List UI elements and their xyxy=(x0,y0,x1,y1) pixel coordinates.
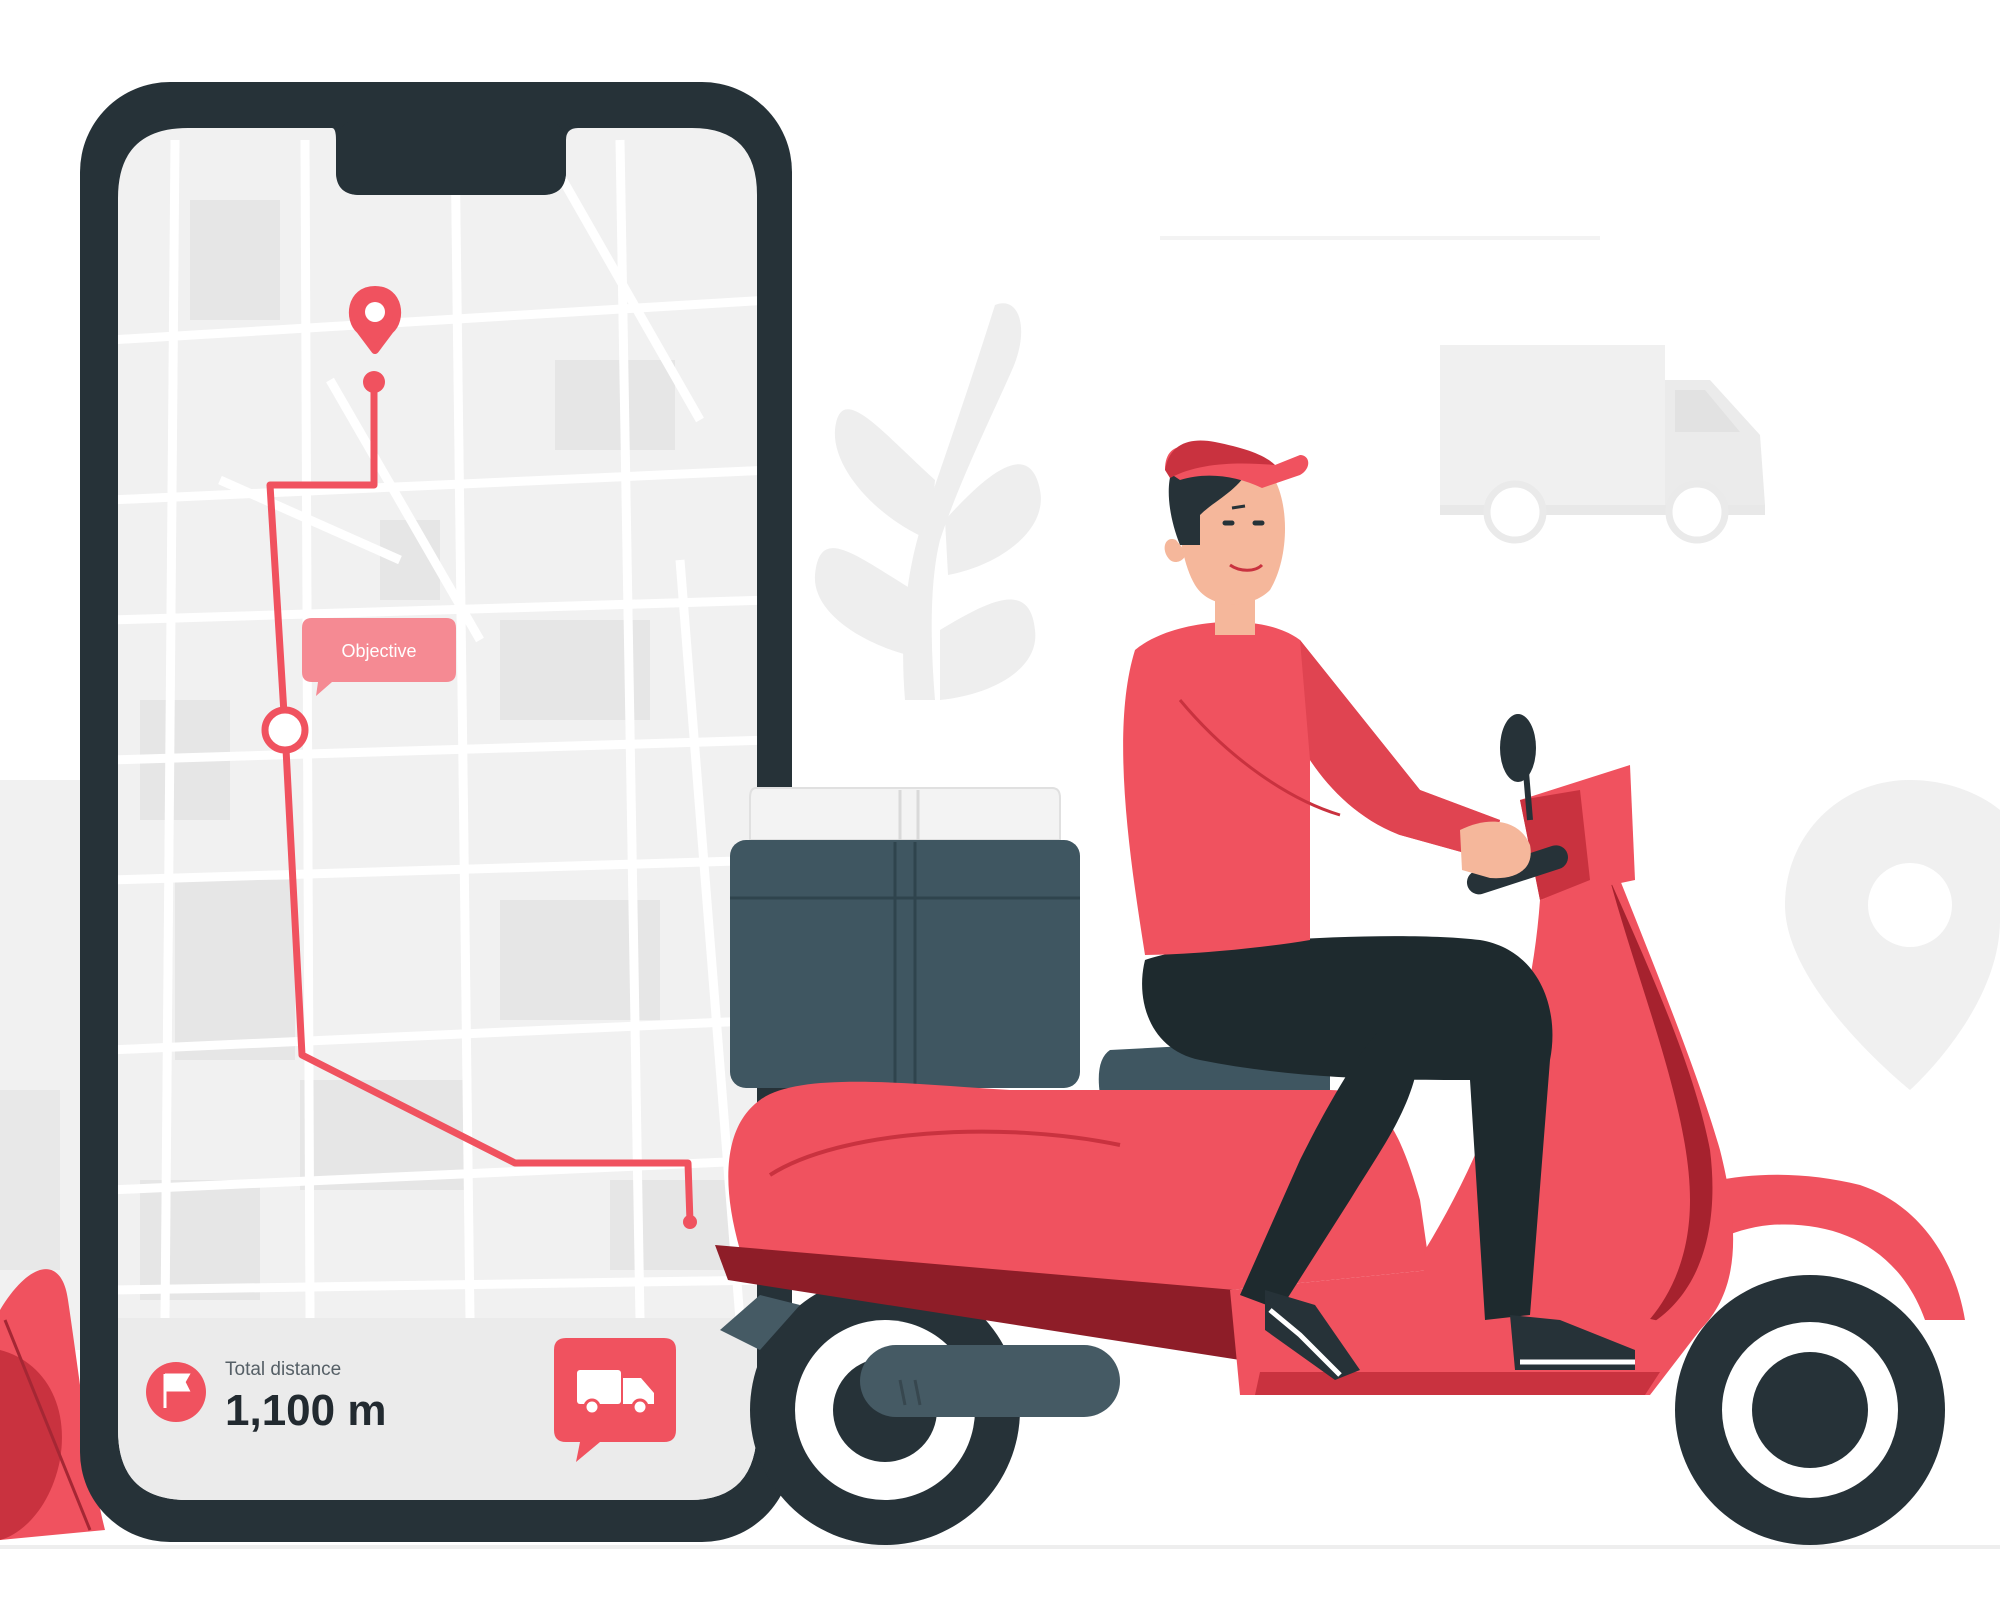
phone-notch xyxy=(336,120,566,195)
route-start-dot xyxy=(363,371,385,393)
phone: Objective Total distance 1,100 m xyxy=(80,82,792,1542)
flag-icon-badge xyxy=(146,1362,206,1422)
distance-value: 1,100 m xyxy=(225,1386,386,1435)
distance-caption: Total distance xyxy=(225,1359,341,1380)
background-pin-icon xyxy=(1785,780,2000,1090)
objective-label: Objective xyxy=(341,641,416,661)
waypoint-ring-icon[interactable] xyxy=(261,706,309,754)
front-wheel xyxy=(1675,1275,1945,1545)
map-view[interactable] xyxy=(110,120,770,1518)
background-plant xyxy=(814,303,1041,700)
rider-head xyxy=(1164,440,1309,635)
delivery-illustration: Objective Total distance 1,100 m xyxy=(0,82,2000,1549)
background-truck-icon xyxy=(1440,345,1765,544)
route-end-dot xyxy=(683,1215,697,1229)
delivery-box xyxy=(730,787,1080,1088)
scooter-mirror xyxy=(1500,714,1536,821)
rider-hand xyxy=(1460,821,1531,879)
